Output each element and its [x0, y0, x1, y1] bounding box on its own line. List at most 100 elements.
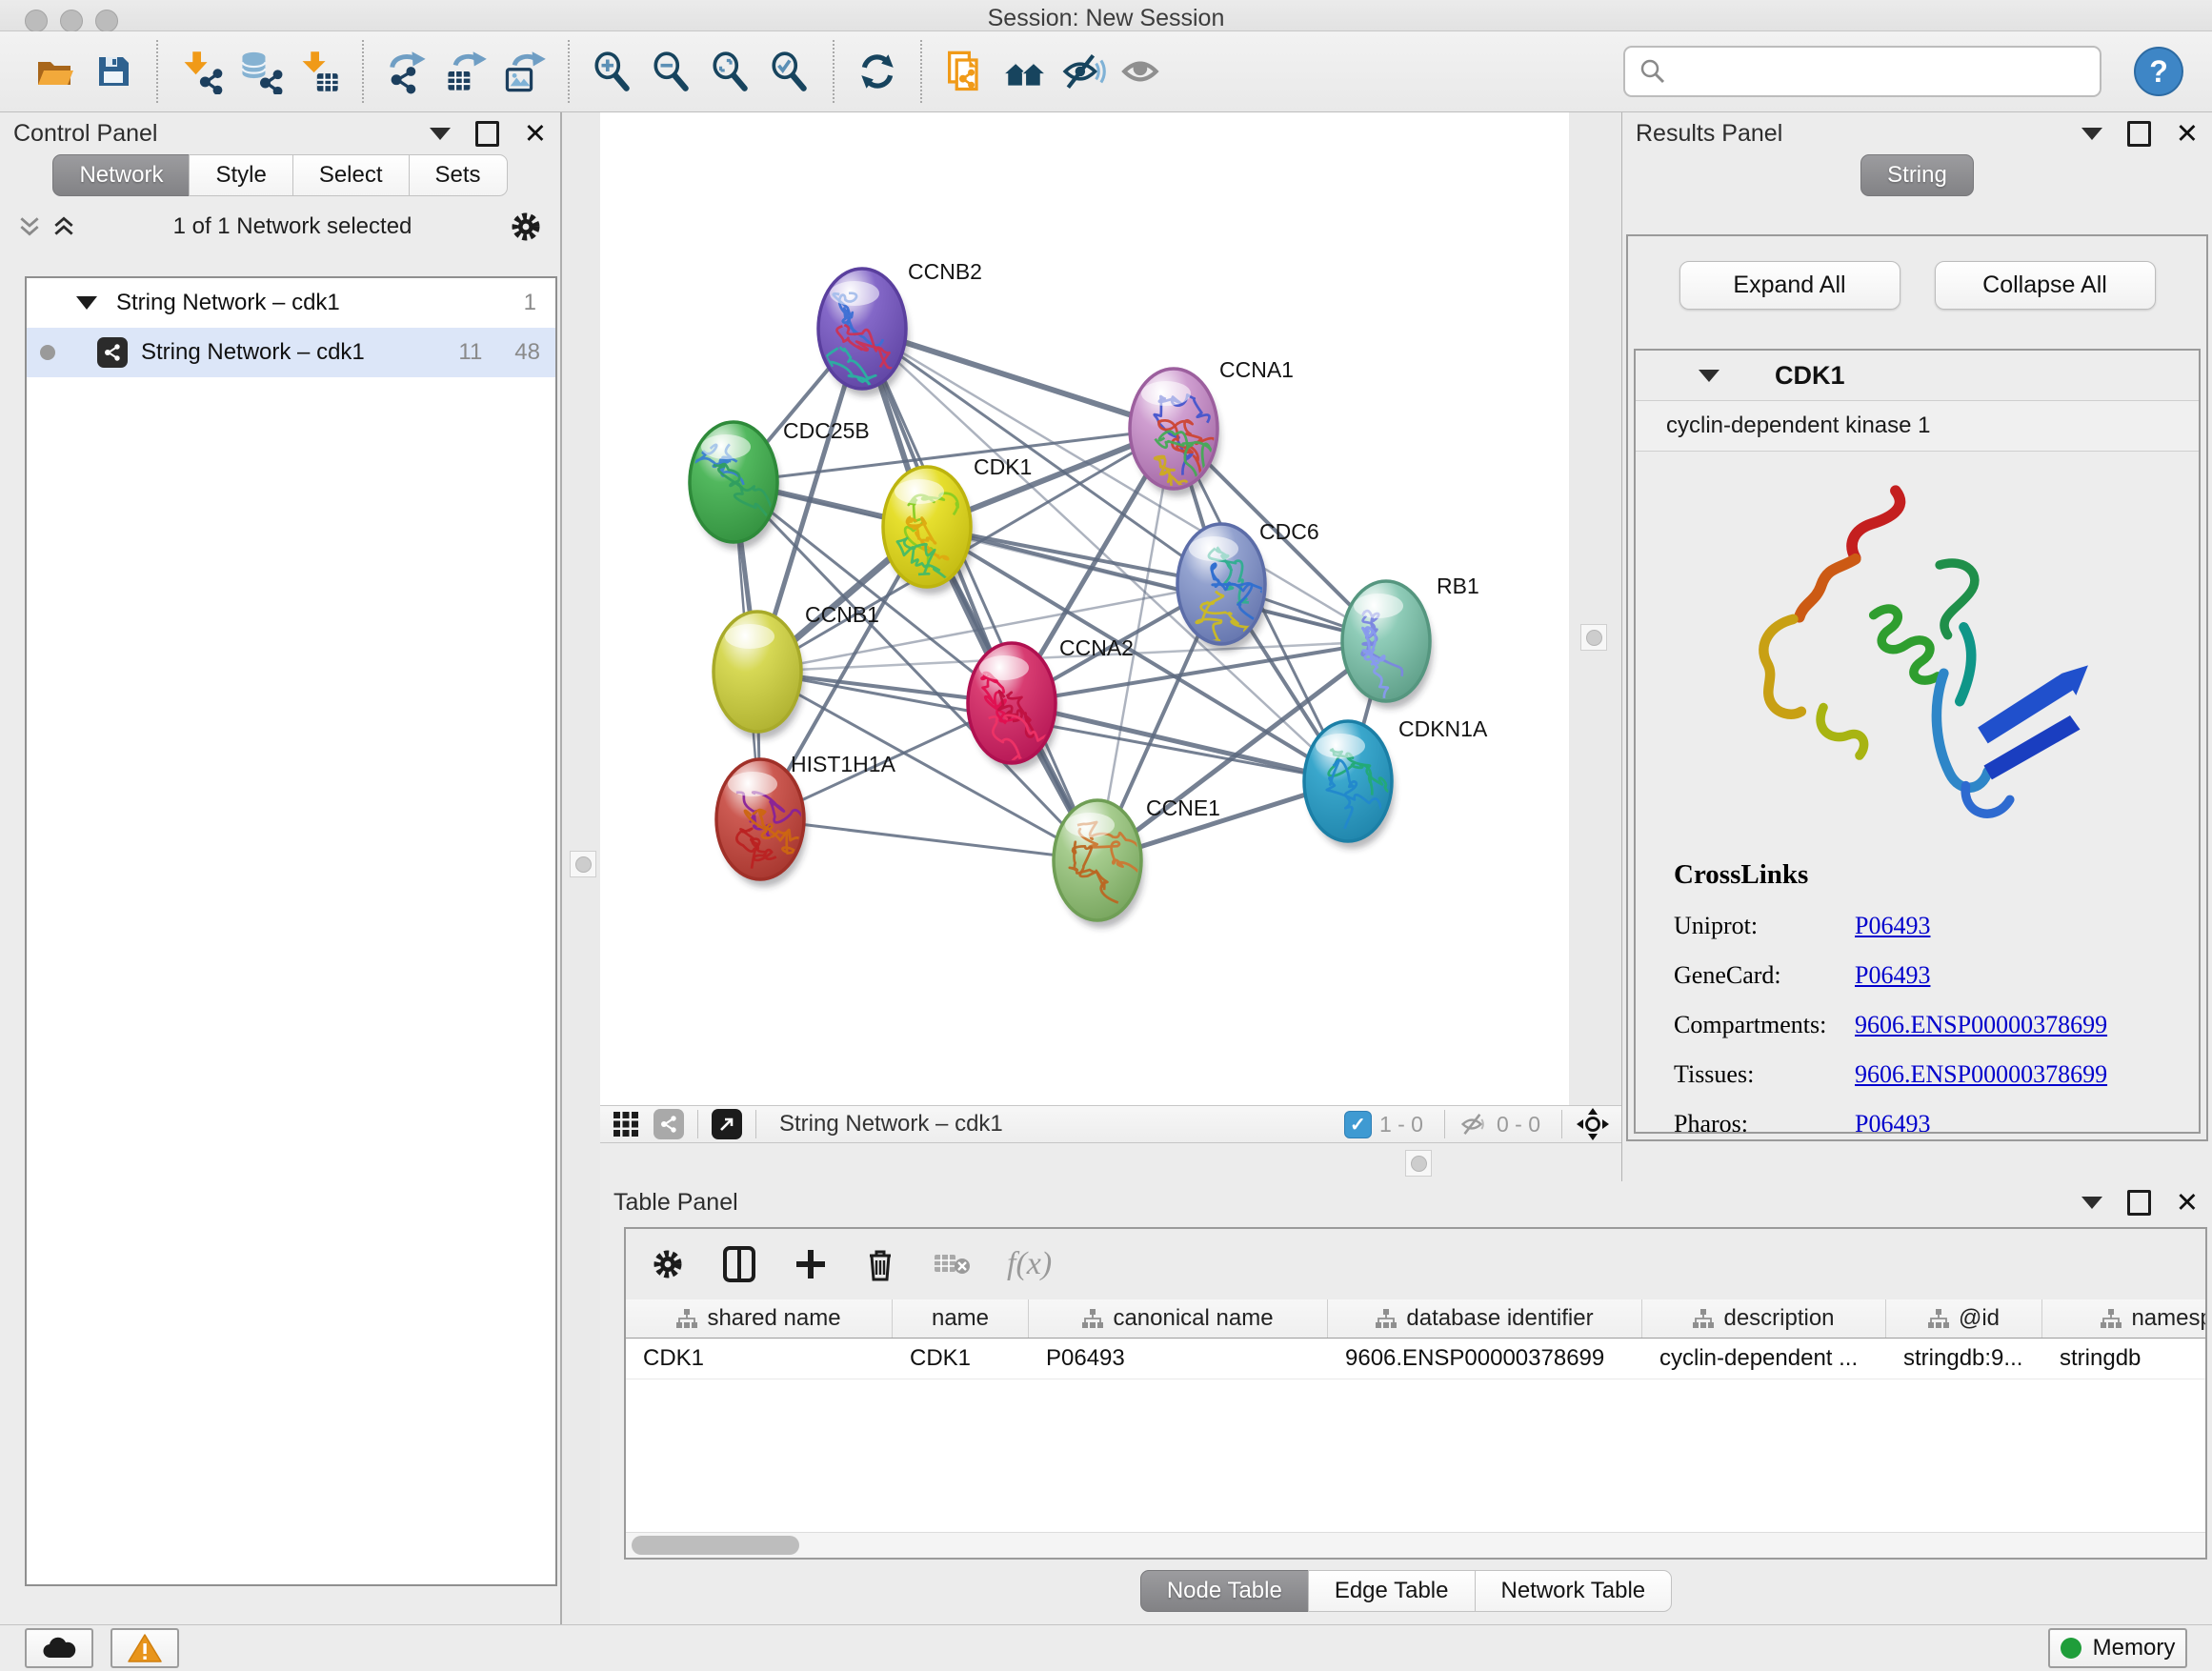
zoom-in-button[interactable]: [583, 41, 642, 102]
graph-node-rb1[interactable]: RB1: [1342, 574, 1479, 709]
table-cell[interactable]: CDK1: [626, 1339, 893, 1379]
column-header-shared-name[interactable]: shared name: [626, 1299, 893, 1338]
close-window-button[interactable]: [25, 10, 48, 32]
right-splitter[interactable]: [1569, 112, 1624, 1181]
save-session-button[interactable]: [84, 41, 143, 102]
export-table-button[interactable]: [436, 41, 495, 102]
search-input[interactable]: [1667, 57, 2086, 86]
table-cell[interactable]: CDK1: [893, 1339, 1029, 1379]
panel-menu-icon[interactable]: [430, 128, 451, 140]
table-cell[interactable]: P06493: [1029, 1339, 1328, 1379]
warnings-button[interactable]: [111, 1628, 179, 1668]
gear-icon[interactable]: [651, 1247, 685, 1281]
network-collection-row[interactable]: String Network – cdk1 1: [27, 278, 555, 328]
splitter-grip[interactable]: [1580, 624, 1607, 651]
tab-select[interactable]: Select: [292, 154, 410, 196]
application-window: Session: New Session ? Control: [0, 0, 2212, 1671]
table-cell[interactable]: stringdb: [2042, 1339, 2207, 1379]
selected-checkbox-icon[interactable]: ✓: [1344, 1111, 1372, 1138]
table-cell[interactable]: cyclin-dependent ...: [1642, 1339, 1886, 1379]
new-network-from-selection-button[interactable]: [935, 41, 995, 102]
export-network-button[interactable]: [377, 41, 436, 102]
graph-node-cdkn1a[interactable]: CDKN1A: [1304, 716, 1488, 849]
crosslink-link[interactable]: 9606.ENSP00000378699: [1855, 1060, 2107, 1089]
open-session-button[interactable]: [25, 41, 84, 102]
shared-column-icon: [1928, 1309, 1949, 1328]
zoom-out-button[interactable]: [642, 41, 701, 102]
column-header-name[interactable]: name: [893, 1299, 1029, 1338]
first-neighbors-button[interactable]: [995, 41, 1054, 102]
table-tab-network-table[interactable]: Network Table: [1475, 1570, 1673, 1612]
graph-node-ccna2[interactable]: CCNA2: [968, 635, 1134, 771]
network-badge-icon[interactable]: [654, 1109, 684, 1139]
splitter-grip[interactable]: [570, 851, 596, 877]
collapse-all-button[interactable]: Collapse All: [1935, 261, 2156, 310]
panel-menu-icon[interactable]: [2081, 128, 2102, 140]
panel-close-icon[interactable]: ✕: [524, 120, 547, 148]
import-network-file-button[interactable]: [171, 41, 231, 102]
help-button[interactable]: ?: [2134, 47, 2183, 96]
memory-button[interactable]: Memory: [2048, 1628, 2187, 1668]
collapse-all-icon[interactable]: [17, 214, 42, 239]
tab-network[interactable]: Network: [52, 154, 190, 196]
table-horizontal-scrollbar[interactable]: [626, 1532, 2205, 1558]
network-view-canvas[interactable]: CCNB2CCNA1CDC25BCDK1CDC6RB1CCNB1CCNA2CDK…: [600, 112, 1569, 1105]
left-splitter[interactable]: [560, 112, 602, 1624]
table-row[interactable]: CDK1CDK1P064939606.ENSP00000378699cyclin…: [626, 1339, 2205, 1379]
zoom-selected-button[interactable]: [760, 41, 819, 102]
panel-menu-icon[interactable]: [2081, 1197, 2102, 1209]
gear-icon[interactable]: [509, 210, 543, 244]
crosslink-link[interactable]: P06493: [1855, 912, 1930, 940]
delete-column-icon[interactable]: [864, 1246, 896, 1282]
column-header-description[interactable]: description: [1642, 1299, 1886, 1338]
panel-close-icon[interactable]: ✕: [2176, 1189, 2199, 1217]
graph-node-ccne1[interactable]: CCNE1: [1054, 795, 1220, 928]
expand-all-icon[interactable]: [51, 214, 76, 239]
network-row-selected[interactable]: String Network – cdk1 11 48: [27, 328, 555, 377]
grid-view-icon[interactable]: [612, 1110, 640, 1138]
show-all-button[interactable]: [1113, 41, 1172, 102]
column-header--id[interactable]: @id: [1886, 1299, 2042, 1338]
table-tab-node-table[interactable]: Node Table: [1140, 1570, 1309, 1612]
show-columns-icon[interactable]: [721, 1245, 757, 1283]
crosslink-link[interactable]: P06493: [1855, 1110, 1930, 1134]
zoom-window-button[interactable]: [95, 10, 118, 32]
graph-node-ccna1[interactable]: CCNA1: [1130, 357, 1294, 513]
graph-node-ccnb1[interactable]: CCNB1: [714, 602, 879, 739]
protein-card-header[interactable]: CDK1: [1636, 351, 2199, 400]
panel-close-icon[interactable]: ✕: [2176, 120, 2199, 148]
tab-style[interactable]: Style: [189, 154, 292, 196]
graph-node-cdc6[interactable]: CDC6: [1177, 519, 1319, 652]
table-cell[interactable]: stringdb:9...: [1886, 1339, 2042, 1379]
hide-selected-button[interactable]: [1054, 41, 1113, 102]
splitter-grip[interactable]: [1405, 1150, 1432, 1177]
crosslink-link[interactable]: 9606.ENSP00000378699: [1855, 1011, 2107, 1039]
collapse-triangle-icon[interactable]: [1699, 370, 1719, 382]
column-header-namespace[interactable]: namespace: [2042, 1299, 2207, 1338]
import-network-database-button[interactable]: [231, 41, 290, 102]
tab-sets[interactable]: Sets: [409, 154, 508, 196]
export-image-button[interactable]: [495, 41, 554, 102]
add-column-icon[interactable]: [794, 1247, 828, 1281]
table-cell[interactable]: 9606.ENSP00000378699: [1328, 1339, 1642, 1379]
collapse-triangle-icon[interactable]: [76, 296, 97, 310]
zoom-fit-button[interactable]: [701, 41, 760, 102]
panel-float-icon[interactable]: [475, 121, 499, 147]
apply-layout-button[interactable]: [848, 41, 907, 102]
table-tab-edge-table[interactable]: Edge Table: [1308, 1570, 1476, 1612]
detach-view-icon[interactable]: [712, 1109, 742, 1139]
scrollbar-thumb[interactable]: [632, 1536, 799, 1555]
panel-float-icon[interactable]: [2127, 121, 2151, 147]
minimize-window-button[interactable]: [60, 10, 83, 32]
expand-all-button[interactable]: Expand All: [1679, 261, 1900, 310]
cloud-status-button[interactable]: [25, 1628, 93, 1668]
copy-network-icon: [942, 48, 988, 95]
results-tab-string[interactable]: String: [1860, 154, 1974, 196]
birdseye-crosshair-icon[interactable]: [1576, 1107, 1610, 1141]
column-header-canonical-name[interactable]: canonical name: [1029, 1299, 1328, 1338]
crosslink-link[interactable]: P06493: [1855, 961, 1930, 990]
column-header-database-identifier[interactable]: database identifier: [1328, 1299, 1642, 1338]
import-table-file-button[interactable]: [290, 41, 349, 102]
panel-float-icon[interactable]: [2127, 1190, 2151, 1216]
graph-node-hist1h1a[interactable]: HIST1H1A: [716, 752, 896, 887]
